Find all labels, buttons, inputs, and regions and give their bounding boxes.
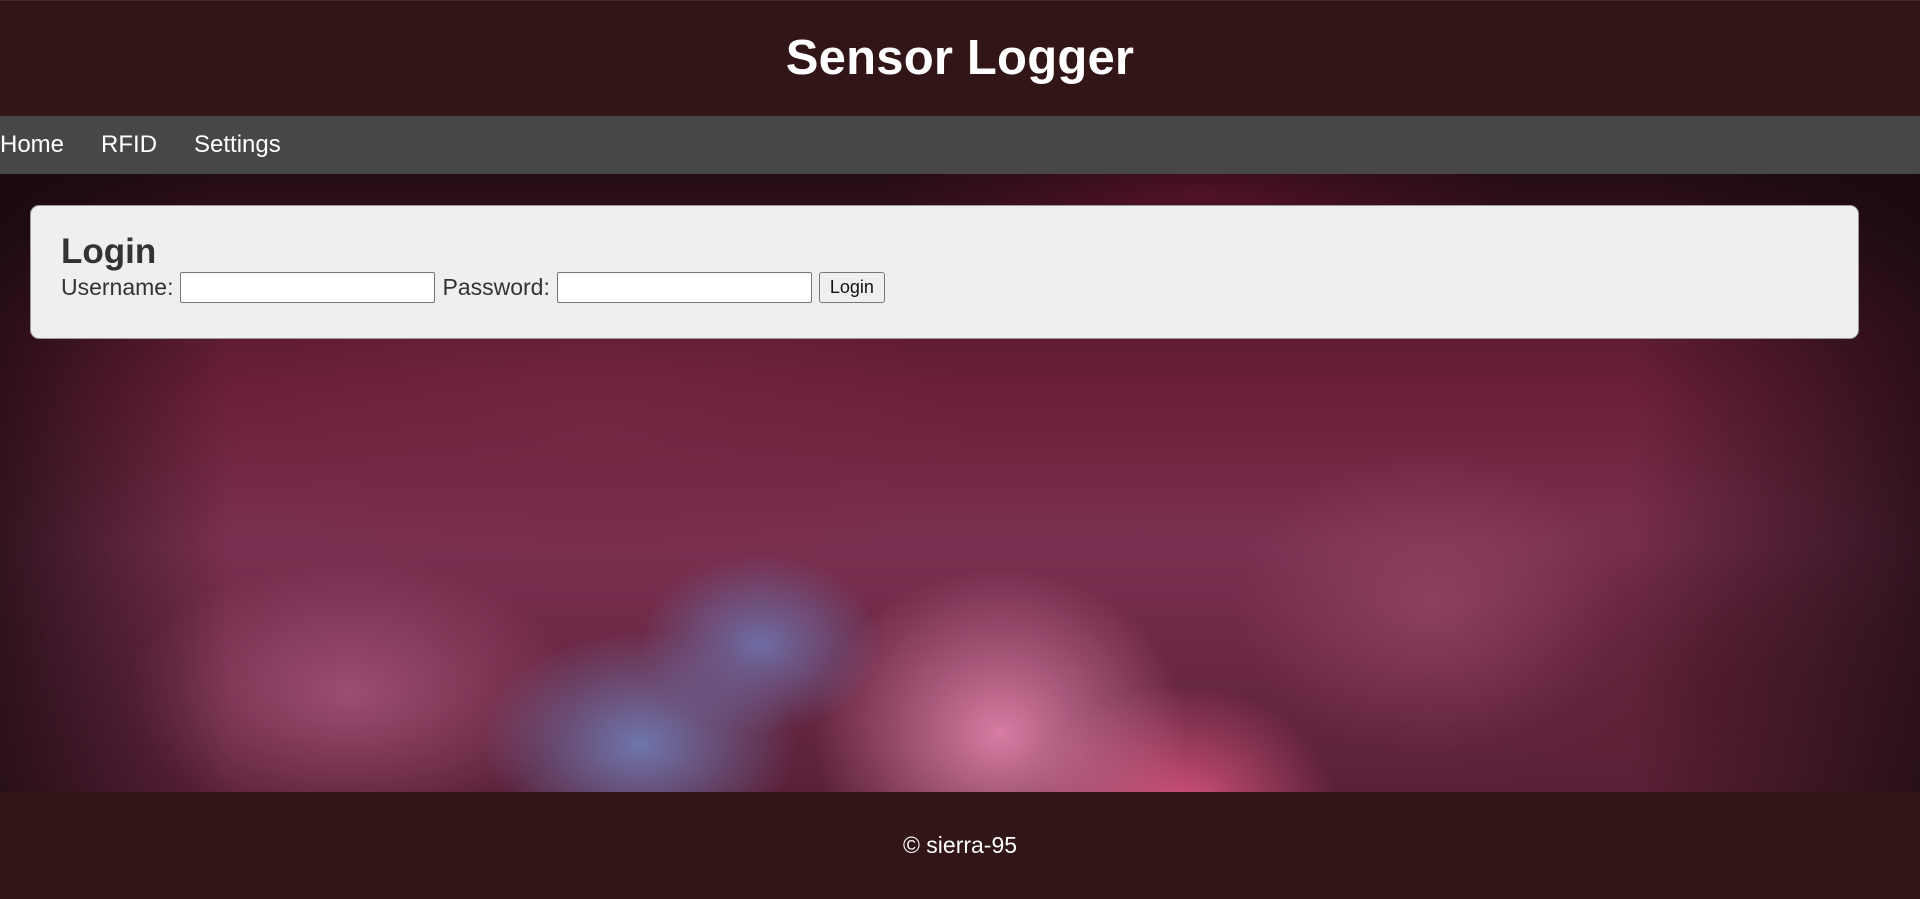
login-button[interactable]: Login <box>818 272 885 303</box>
nav-link-home[interactable]: Home <box>0 116 64 174</box>
username-input[interactable] <box>180 272 436 303</box>
login-form: Username: Password: Login <box>61 272 1828 303</box>
site-footer: © sierra-95 <box>0 792 1920 899</box>
copyright-text: © sierra-95 <box>902 832 1018 858</box>
login-heading: Login <box>61 232 157 271</box>
main-nav: Home RFID Settings <box>0 116 1920 174</box>
nav-link-rfid[interactable]: RFID <box>101 116 157 174</box>
nav-link-settings[interactable]: Settings <box>194 116 281 174</box>
site-header: Sensor Logger <box>0 0 1920 116</box>
login-panel: Login Username: Password: Login <box>30 205 1859 339</box>
username-label: Username: <box>61 274 174 300</box>
password-label: Password: <box>442 274 550 300</box>
site-title: Sensor Logger <box>785 30 1135 85</box>
password-input[interactable] <box>556 272 812 303</box>
